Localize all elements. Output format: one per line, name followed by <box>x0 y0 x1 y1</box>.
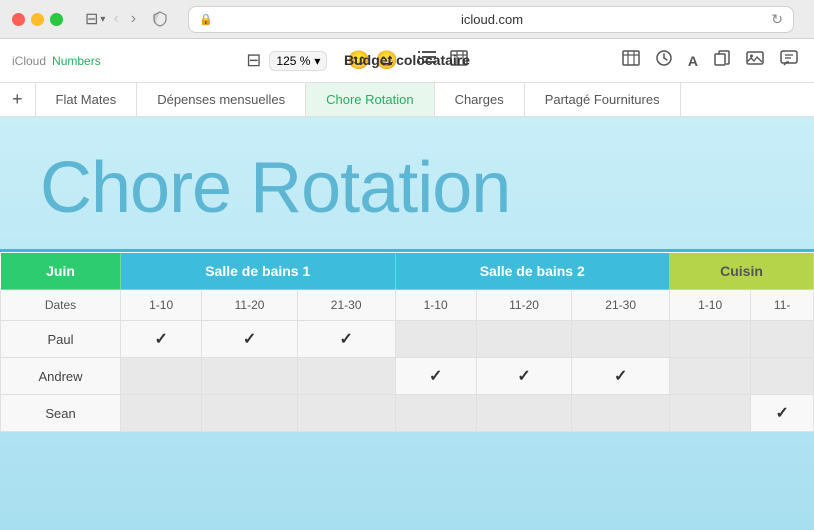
cell-andrew-4: ✓ <box>395 358 476 395</box>
check-icon: ✓ <box>339 331 352 348</box>
table-row-andrew: Andrew ✓ ✓ ✓ <box>1 358 814 395</box>
cell-andrew-8 <box>751 358 814 395</box>
cell-andrew-5: ✓ <box>476 358 572 395</box>
refresh-button[interactable]: ↻ <box>771 11 783 28</box>
app-name-label: Numbers <box>52 54 101 68</box>
sub-header-11-20b: 11-20 <box>476 290 572 321</box>
toolbar-right: A <box>618 48 802 73</box>
check-icon: ✓ <box>517 368 530 385</box>
zoom-chevron-icon: ▾ <box>314 54 320 68</box>
cell-sean-1 <box>121 395 202 432</box>
traffic-lights <box>12 13 63 26</box>
table-header-row: Juin Salle de bains 1 Salle de bains 2 C… <box>1 253 814 290</box>
text-format-button[interactable]: A <box>684 51 702 71</box>
title-bar: ⊟ ▾ ‹ › 🔒 icloud.com ↻ <box>0 0 814 38</box>
cell-andrew-3 <box>297 358 395 395</box>
cell-andrew-2 <box>202 358 298 395</box>
back-button[interactable]: ‹ <box>109 8 122 30</box>
app-toolbar: iCloud Numbers ⊟ 125 % ▾ 😊 😄 <box>0 39 814 83</box>
cell-paul-3: ✓ <box>297 321 395 358</box>
sub-header-1-10b: 1-10 <box>395 290 476 321</box>
cell-paul-1: ✓ <box>121 321 202 358</box>
header-cuisine: Cuisin <box>670 253 814 290</box>
add-sheet-button[interactable]: + <box>0 83 36 116</box>
tab-flat-mates[interactable]: Flat Mates <box>36 83 138 116</box>
shield-icon <box>148 7 172 31</box>
clock-button[interactable] <box>652 48 676 73</box>
check-icon: ✓ <box>614 368 627 385</box>
cell-sean-3 <box>297 395 395 432</box>
sub-header-1-10a: 1-10 <box>121 290 202 321</box>
header-sdb2: Salle de bains 2 <box>395 253 670 290</box>
fullscreen-button[interactable] <box>50 13 63 26</box>
sub-header-21-30b: 21-30 <box>572 290 670 321</box>
chore-table: Juin Salle de bains 1 Salle de bains 2 C… <box>0 252 814 432</box>
tab-charges[interactable]: Charges <box>435 83 525 116</box>
zoom-value: 125 % <box>276 54 310 68</box>
sub-header-11-20a: 11-20 <box>202 290 298 321</box>
cell-paul-2: ✓ <box>202 321 298 358</box>
row-label-andrew: Andrew <box>1 358 121 395</box>
address-bar[interactable]: 🔒 icloud.com ↻ <box>188 6 794 33</box>
sub-header-1-10c: 1-10 <box>670 290 751 321</box>
app-title-left: iCloud Numbers <box>12 54 101 68</box>
nav-buttons: ⊟ ▾ ‹ › <box>79 8 140 30</box>
doc-title: Budget colocataire <box>344 52 470 68</box>
header-sdb1: Salle de bains 1 <box>121 253 396 290</box>
header-juin: Juin <box>1 253 121 290</box>
sub-header-dates: Dates <box>1 290 121 321</box>
browser-chrome: ⊟ ▾ ‹ › 🔒 icloud.com ↻ <box>0 0 814 39</box>
table-row-paul: Paul ✓ ✓ ✓ <box>1 321 814 358</box>
col-group-header: Dates 1-10 11-20 21-30 1-10 11-20 <box>1 290 814 321</box>
forward-button[interactable]: › <box>127 8 140 30</box>
chevron-down-icon[interactable]: ▾ <box>100 14 105 25</box>
cell-sean-7 <box>670 395 751 432</box>
cell-paul-4 <box>395 321 476 358</box>
check-icon: ✓ <box>154 331 167 348</box>
comment-button[interactable] <box>776 48 802 73</box>
tab-depenses[interactable]: Dépenses mensuelles <box>137 83 306 116</box>
cell-andrew-6: ✓ <box>572 358 670 395</box>
row-label-paul: Paul <box>1 321 121 358</box>
check-icon: ✓ <box>429 368 442 385</box>
cell-paul-6 <box>572 321 670 358</box>
image-button[interactable] <box>742 48 768 73</box>
check-icon: ✓ <box>243 331 256 348</box>
format-table-icon[interactable]: ⊟ <box>246 50 261 71</box>
cell-sean-2 <box>202 395 298 432</box>
close-button[interactable] <box>12 13 25 26</box>
cell-sean-6 <box>572 395 670 432</box>
cell-sean-4 <box>395 395 476 432</box>
cell-paul-8 <box>751 321 814 358</box>
table-row-sean: Sean ✓ <box>1 395 814 432</box>
tab-chore-rotation[interactable]: Chore Rotation <box>306 83 434 116</box>
minimize-button[interactable] <box>31 13 44 26</box>
icloud-label: iCloud <box>12 54 46 68</box>
sub-header-21-30a: 21-30 <box>297 290 395 321</box>
tab-fournitures[interactable]: Partagé Fournitures <box>525 83 681 116</box>
url-text: icloud.com <box>219 12 765 27</box>
content-area: Chore Rotation Juin Salle de bains 1 Sal… <box>0 117 814 530</box>
cell-paul-5 <box>476 321 572 358</box>
view-table-button[interactable] <box>618 48 644 73</box>
sheet-title: Chore Rotation <box>0 117 814 249</box>
duplicate-button[interactable] <box>710 48 734 73</box>
zoom-control[interactable]: 125 % ▾ <box>269 51 327 71</box>
cell-andrew-7 <box>670 358 751 395</box>
cell-paul-7 <box>670 321 751 358</box>
tab-bar: + Flat Mates Dépenses mensuelles Chore R… <box>0 83 814 117</box>
check-icon: ✓ <box>775 405 788 422</box>
cell-andrew-1 <box>121 358 202 395</box>
cell-sean-8: ✓ <box>751 395 814 432</box>
row-label-sean: Sean <box>1 395 121 432</box>
lock-icon: 🔒 <box>199 13 213 26</box>
sidebar-toggle-icon[interactable]: ⊟ <box>85 9 98 29</box>
cell-sean-5 <box>476 395 572 432</box>
sub-header-11c: 11- <box>751 290 814 321</box>
